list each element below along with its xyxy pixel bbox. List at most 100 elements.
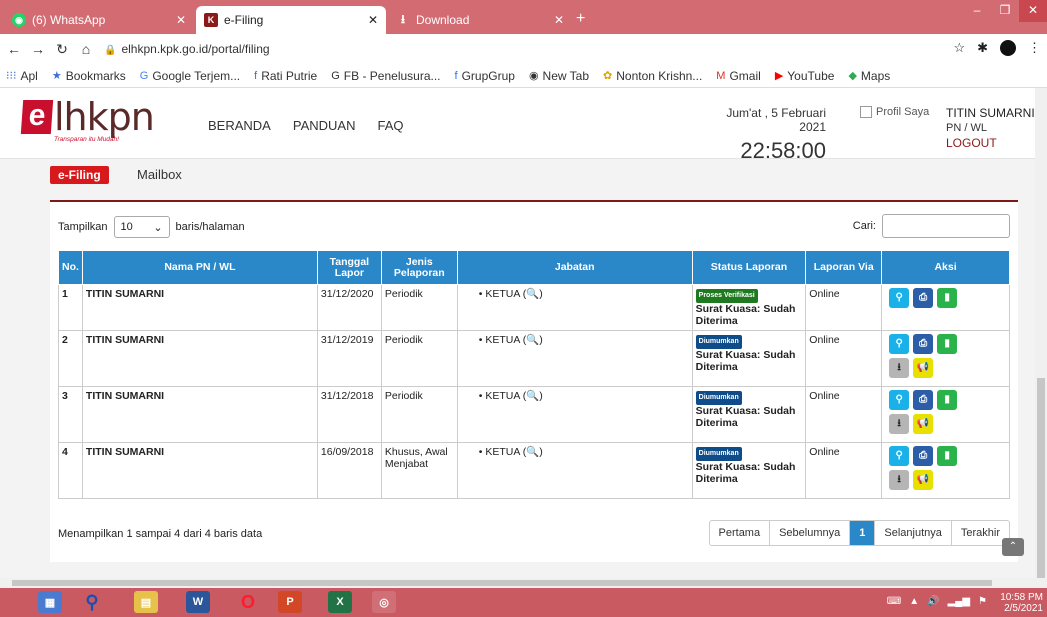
keyboard-icon[interactable]: ⌨ <box>887 596 901 607</box>
col-jabatan[interactable]: Jabatan <box>456 250 693 285</box>
bookmark-grupgrup[interactable]: f GrupGrup <box>455 69 515 83</box>
profile-avatar[interactable] <box>1000 40 1016 56</box>
print-button[interactable]: ⎙ <box>913 288 934 308</box>
announce-button[interactable]: 📢 <box>913 414 934 434</box>
document-button[interactable]: ▮ <box>937 446 958 466</box>
tab-mailbox[interactable]: Mailbox <box>137 167 182 182</box>
url-text: elhkpn.kpk.go.id/portal/filing <box>121 42 270 56</box>
vertical-scrollbar[interactable] <box>1035 88 1047 588</box>
search-icon[interactable]: ⚲ <box>80 591 104 613</box>
bookmark-newtab[interactable]: ◉ New Tab <box>529 69 589 83</box>
announce-button[interactable]: 📢 <box>913 358 934 378</box>
star-icon[interactable]: ☆ <box>953 40 965 56</box>
volume-icon[interactable]: 🔊 <box>927 596 939 607</box>
print-button[interactable]: ⎙ <box>913 334 934 354</box>
reload-icon[interactable]: ↻ <box>52 41 72 58</box>
bookmark-google-translate[interactable]: G Google Terjem... <box>140 69 240 83</box>
flag-icon[interactable]: ⚑ <box>978 596 987 607</box>
download-button[interactable]: ⭳ <box>889 470 910 490</box>
search-input[interactable] <box>882 214 1010 238</box>
extensions-icon[interactable]: ✱ <box>977 40 988 56</box>
col-status[interactable]: Status Laporan <box>691 250 807 285</box>
download-button[interactable]: ⭳ <box>889 358 910 378</box>
new-tab-button[interactable]: + <box>576 10 585 28</box>
page-size-select[interactable]: 10 ⌄ <box>113 216 170 238</box>
bookmark-apps[interactable]: ⁝⁝⁝ Apl <box>6 69 38 83</box>
announce-button[interactable]: 📢 <box>913 470 934 490</box>
bookmark-nonton[interactable]: ✿ Nonton Krishn... <box>603 69 702 83</box>
close-icon[interactable]: ✕ <box>176 13 186 27</box>
youtube-icon: ▶ <box>774 70 784 82</box>
bookmark-gmail[interactable]: M Gmail <box>716 69 761 83</box>
opera-icon[interactable]: O <box>236 591 260 613</box>
start-icon[interactable]: ▦ <box>38 591 62 613</box>
close-icon[interactable]: ✕ <box>554 13 564 27</box>
view-button[interactable]: ⚲ <box>889 288 910 308</box>
document-button[interactable]: ▮ <box>937 288 958 308</box>
bookmark-maps[interactable]: ◆ Maps <box>848 69 890 83</box>
tab-download[interactable]: ⭳ Download ✕ <box>388 6 572 34</box>
bookmark-fb-search[interactable]: G FB - Penelusura... <box>331 69 440 83</box>
bookmark-bookmarks[interactable]: ★ Bookmarks <box>52 69 126 83</box>
col-tanggal[interactable]: Tanggal Lapor <box>316 250 382 285</box>
scrollbar-thumb[interactable] <box>1037 378 1045 578</box>
bookmark-label: YouTube <box>787 68 835 83</box>
home-icon[interactable]: ⌂ <box>76 41 96 57</box>
bullet: • <box>478 288 483 300</box>
nav-beranda[interactable]: BERANDA <box>208 118 271 133</box>
page-next[interactable]: Selanjutnya <box>874 521 951 545</box>
view-button[interactable]: ⚲ <box>889 334 910 354</box>
tab-efiling[interactable]: K e-Filing ✕ <box>196 6 386 34</box>
tray-expand-icon[interactable]: ▲ <box>909 596 919 607</box>
url-field[interactable]: 🔒 elhkpn.kpk.go.id/portal/filing <box>104 42 270 56</box>
col-jenis[interactable]: Jenis Pelaporan <box>380 250 458 285</box>
scroll-top-button[interactable]: ⌃ <box>1002 538 1024 556</box>
logout-link[interactable]: LOGOUT <box>946 136 1035 151</box>
file-explorer-icon[interactable]: ▤ <box>134 591 158 613</box>
menu-icon[interactable]: ⋮ <box>1028 40 1041 56</box>
page-last[interactable]: Terakhir <box>950 521 1009 545</box>
excel-icon[interactable]: X <box>328 591 352 613</box>
print-button[interactable]: ⎙ <box>913 446 934 466</box>
document-button[interactable]: ▮ <box>937 334 958 354</box>
minimize-button[interactable]: – <box>963 0 991 22</box>
forward-icon[interactable]: → <box>28 41 48 57</box>
jabatan-text[interactable]: KETUA (🔍) <box>485 334 542 346</box>
bookmark-rati[interactable]: f Rati Putrie <box>254 69 317 83</box>
nav-faq[interactable]: FAQ <box>377 118 403 133</box>
horizontal-scrollbar[interactable] <box>0 578 1047 588</box>
powerpoint-icon[interactable]: P <box>278 591 302 613</box>
profile-image-link[interactable]: Profil Saya <box>860 106 929 118</box>
back-icon[interactable]: ← <box>4 41 24 57</box>
jabatan-text[interactable]: KETUA (🔍) <box>485 446 542 458</box>
word-icon[interactable]: W <box>186 591 210 613</box>
window-close-button[interactable]: ✕ <box>1019 0 1047 22</box>
close-icon[interactable]: ✕ <box>368 13 378 27</box>
tab-whatsapp[interactable]: ◉ (6) WhatsApp ✕ <box>4 6 194 34</box>
view-button[interactable]: ⚲ <box>889 390 910 410</box>
chrome-icon[interactable]: ◎ <box>372 591 396 613</box>
jabatan-text[interactable]: KETUA (🔍) <box>485 390 542 402</box>
col-via[interactable]: Laporan Via <box>805 250 883 285</box>
download-button[interactable]: ⭳ <box>889 414 910 434</box>
elhkpn-logo[interactable]: e lhkpn Transparan itu Mudah! <box>20 98 155 143</box>
print-button[interactable]: ⎙ <box>913 390 934 410</box>
cell-nama: TITIN SUMARNI <box>81 386 318 443</box>
scrollbar-thumb[interactable] <box>12 580 992 586</box>
nav-panduan[interactable]: PANDUAN <box>293 118 356 133</box>
signal-icon[interactable]: ▂▄▆ <box>948 596 970 607</box>
view-button[interactable]: ⚲ <box>889 446 910 466</box>
jabatan-text[interactable]: KETUA (🔍) <box>485 288 542 300</box>
maximize-button[interactable]: ❐ <box>991 0 1019 22</box>
tab-efiling-menu[interactable]: e-Filing <box>50 166 109 184</box>
bookmark-label: Rati Putrie <box>261 68 318 83</box>
page-first[interactable]: Pertama <box>710 521 770 545</box>
bookmark-label: Maps <box>860 68 891 83</box>
bookmark-youtube[interactable]: ▶ YouTube <box>775 69 835 83</box>
page-current[interactable]: 1 <box>849 521 875 545</box>
document-button[interactable]: ▮ <box>937 390 958 410</box>
page-prev[interactable]: Sebelumnya <box>769 521 849 545</box>
col-nama[interactable]: Nama PN / WL <box>81 250 318 285</box>
taskbar-clock[interactable]: 10:58 PM 2/5/2021 <box>1000 592 1043 614</box>
col-no[interactable]: No. <box>58 250 83 285</box>
